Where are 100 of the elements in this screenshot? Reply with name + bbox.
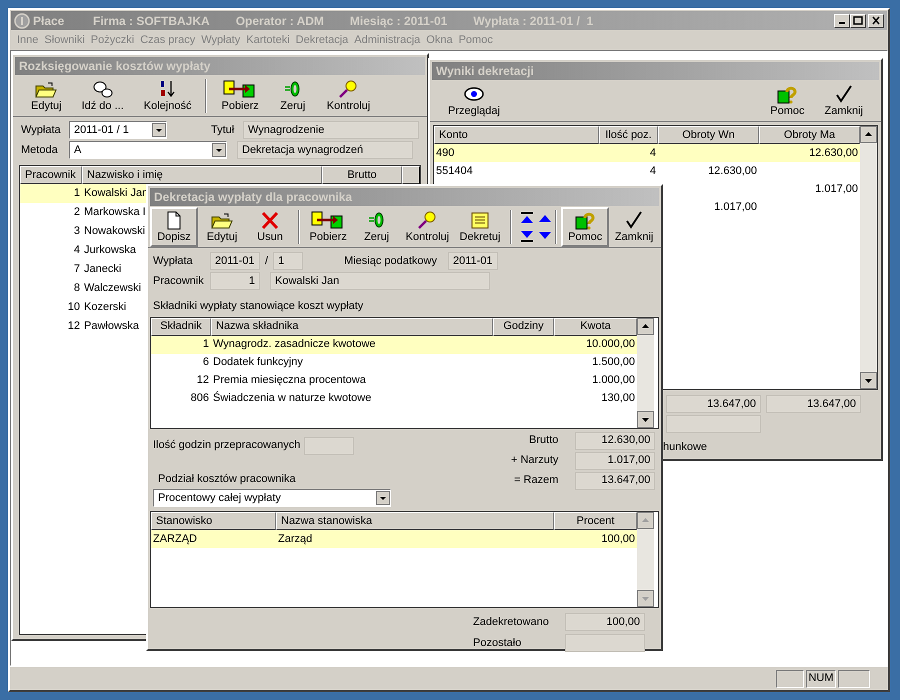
dropdown[interactable]: A: [69, 141, 227, 159]
text-field[interactable]: 13.647,00: [666, 395, 761, 413]
toolbar-button[interactable]: Pobierz: [304, 207, 353, 247]
close-button[interactable]: [868, 14, 884, 28]
dropdown[interactable]: 2011-01 / 1: [69, 121, 167, 139]
toolbar-button[interactable]: Przeglądaj: [438, 81, 510, 121]
column-header[interactable]: Brutto: [322, 166, 402, 184]
toolbar-button[interactable]: Dekretuj: [454, 207, 506, 247]
help-icon: [775, 84, 800, 104]
column-header[interactable]: [402, 166, 420, 184]
toolbar-button[interactable]: Pomoc: [760, 81, 814, 121]
text-field[interactable]: 13.647,00: [575, 472, 656, 490]
window-title: Rozksięgowanie kosztów wypłaty: [19, 58, 210, 75]
maximize-button[interactable]: [850, 14, 866, 28]
scrollbar[interactable]: [637, 512, 654, 607]
column-header[interactable]: Obroty Wn: [658, 126, 759, 144]
title-info: Miesiąc : 2011-01: [350, 12, 448, 30]
column-header[interactable]: Godziny: [493, 318, 554, 336]
toolbar-button[interactable]: Kontroluj: [316, 76, 380, 116]
app-icon: [14, 12, 30, 28]
table-cell-text: Pawłowska: [84, 319, 140, 334]
table-cell-text: 12.630,00: [708, 164, 757, 179]
field-label: Miesiąc podatkowy: [344, 254, 437, 269]
text-field[interactable]: 1: [273, 252, 304, 270]
toolbar-button[interactable]: Zamknij: [609, 207, 659, 247]
first-record-icon: [520, 212, 534, 224]
toolbar-button[interactable]: Zeruj: [352, 207, 401, 247]
field-label: = Razem: [514, 473, 558, 488]
table-row[interactable]: 1 Wynagrodz. zasadnicze kwotowe 10.000,00: [151, 336, 637, 354]
field-label: Wypłata: [21, 122, 62, 138]
column-header[interactable]: Obroty Ma: [759, 126, 860, 144]
column-header[interactable]: Nazwa stanowiska: [276, 512, 554, 530]
table-cell-text: 100,00: [601, 532, 635, 547]
dropdown[interactable]: Procentowy całej wypłaty: [153, 489, 391, 507]
column-header[interactable]: Procent: [554, 512, 637, 530]
app-title: Płace: [33, 12, 66, 30]
text-field[interactable]: [304, 436, 354, 454]
text-field[interactable]: Wynagrodzenie: [243, 121, 419, 139]
text-field[interactable]: 13.647,00: [766, 395, 861, 413]
scrollbar[interactable]: [860, 126, 877, 389]
text-field[interactable]: Dekretacja wynagrodzeń: [237, 141, 413, 159]
minimize-button[interactable]: [834, 14, 850, 28]
table-cell-text: 1.017,00: [815, 182, 858, 197]
table-row[interactable]: 490 4 12.630,00: [434, 144, 860, 162]
field-label: Brutto: [529, 433, 558, 448]
table-cell-text: 4: [650, 164, 656, 179]
field-label: Ilość godzin przepracowanych: [153, 438, 300, 454]
text-field[interactable]: [666, 415, 761, 433]
column-header[interactable]: Nazwisko i imię: [82, 166, 322, 184]
text-field[interactable]: 1.017,00: [575, 452, 656, 470]
toolbar-button[interactable]: Kolejność: [134, 76, 202, 116]
scrollbar[interactable]: [637, 318, 654, 428]
window-title: Wyniki dekretacji: [436, 63, 534, 80]
table-cell-text: 1.017,00: [714, 200, 757, 215]
toolbar-button[interactable]: Kontroluj: [400, 207, 454, 247]
table-cell-text: 1: [202, 337, 209, 352]
close-icon: [871, 16, 881, 25]
field-label: Pozostało: [473, 636, 522, 651]
table-cell-text: 7: [74, 262, 80, 278]
toolbar-button[interactable]: Idź do ...: [72, 76, 134, 116]
field-label: Składniki wypłaty stanowiące koszt wypłaty: [152, 299, 364, 314]
help-icon: [573, 210, 598, 230]
toolbar-button[interactable]: Pomoc: [561, 207, 610, 247]
text-field[interactable]: 100,00: [565, 613, 645, 631]
text-field[interactable]: 2011-01: [448, 252, 498, 270]
toolbar-button[interactable]: Edytuj: [198, 207, 246, 247]
column-header[interactable]: Ilość poz.: [599, 126, 658, 144]
column-header[interactable]: Pracownik: [20, 166, 82, 184]
column-header[interactable]: Składnik: [151, 318, 211, 336]
toolbar-button[interactable]: Pobierz: [211, 76, 269, 116]
field-label: Metoda: [21, 142, 59, 158]
table-cell-text: Markowska I: [84, 205, 146, 220]
table-cell-text: ZARZĄD: [153, 532, 197, 547]
title-info: Firma : SOFTBAJKA: [93, 12, 210, 30]
column-header[interactable]: Kwota: [554, 318, 637, 336]
text-field[interactable]: 12.630,00: [575, 432, 656, 450]
field-label: Podział kosztów pracownika: [158, 472, 297, 486]
column-header[interactable]: Stanowisko: [151, 512, 276, 530]
table-cell-text: 2: [74, 205, 80, 220]
column-header[interactable]: Konto: [434, 126, 599, 144]
toolbar-button[interactable]: Zeruj: [268, 76, 317, 116]
window-title: Dekretacja wypłaty dla pracownika: [154, 189, 352, 206]
toolbar-button[interactable]: Zamknij: [814, 81, 873, 121]
text-field[interactable]: 1: [210, 272, 260, 290]
table-cell-text: Dodatek funkcyjny: [213, 355, 303, 370]
table-cell-text: 3: [74, 224, 80, 240]
text-field[interactable]: 2011-01: [210, 252, 260, 270]
title-info: Operator : ADM: [236, 12, 324, 30]
toolbar-button[interactable]: Usun: [246, 207, 294, 247]
table-row[interactable]: ZARZĄD Zarząd 100,00: [151, 530, 637, 548]
text-field[interactable]: [565, 634, 645, 652]
table-cell-text: 8: [74, 281, 80, 296]
column-header[interactable]: Nazwa składnika: [211, 318, 493, 336]
table-cell-text: Kozerski: [84, 300, 126, 316]
scroll-down-icon: [637, 410, 654, 428]
text-field[interactable]: Kowalski Jan: [270, 272, 490, 290]
toolbar-button[interactable]: Edytuj: [21, 76, 72, 116]
caption-text: hunkowe: [663, 440, 708, 455]
table-cell-text: 10: [68, 300, 80, 316]
toolbar-button[interactable]: Dopisz: [150, 207, 198, 247]
